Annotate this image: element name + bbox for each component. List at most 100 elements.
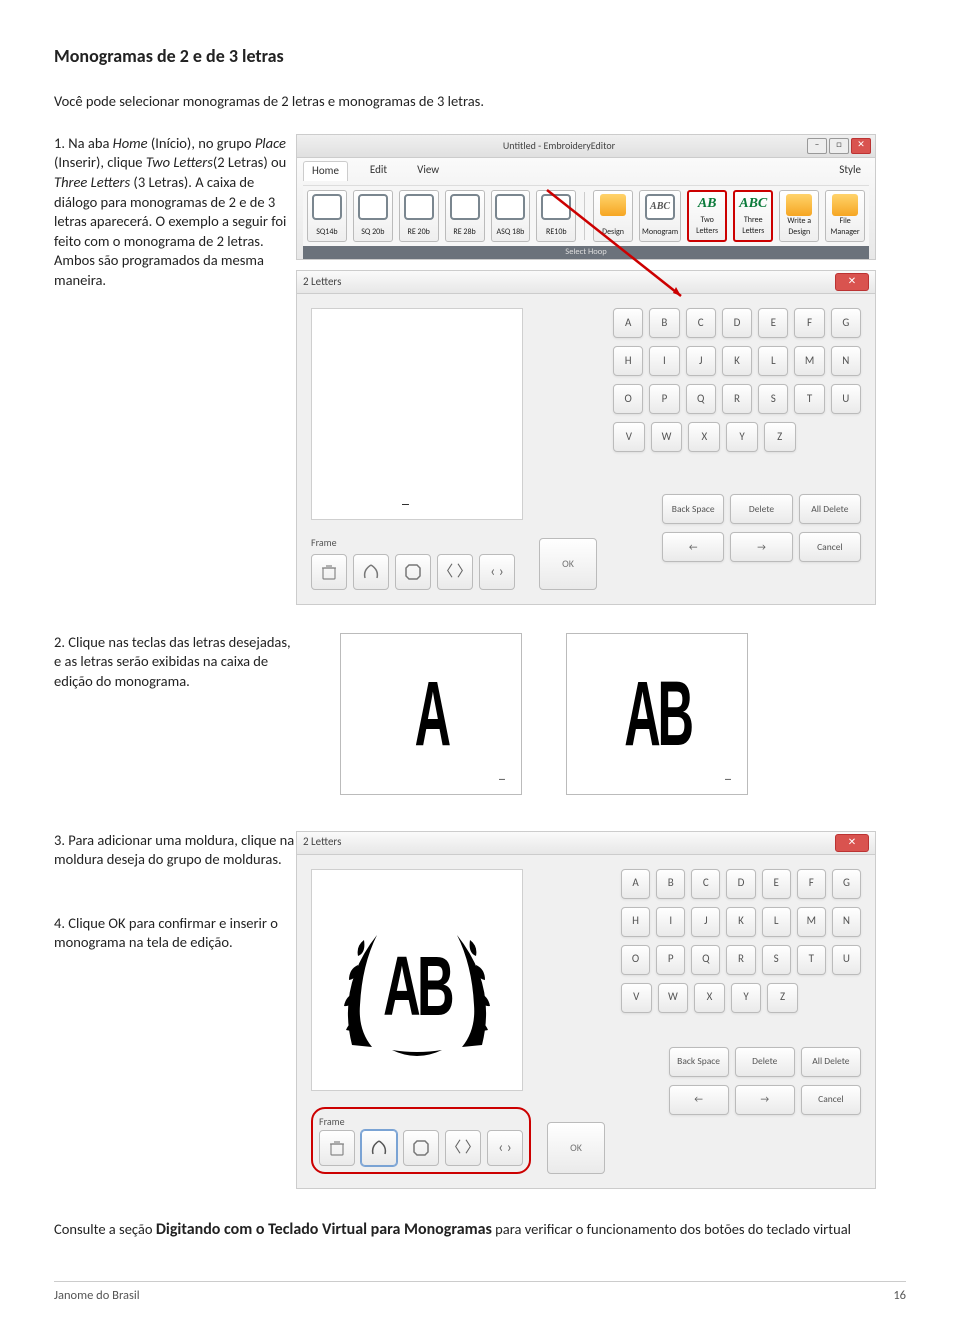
all-delete-button-3[interactable]: All Delete [801,1047,861,1077]
keyboard-row-2: HIJKLMN [613,346,861,376]
dialog-close-button-3[interactable]: ✕ [835,834,869,852]
frame-laurel-button-selected[interactable] [361,1130,397,1166]
write-design-button[interactable]: Write a Design [779,190,819,242]
left-arrow-button-3[interactable]: ← [669,1085,729,1115]
key-j-3[interactable]: J [691,907,720,937]
hoop-re28b[interactable]: RE 28b [445,190,485,242]
key-x[interactable]: X [688,422,720,452]
key-r[interactable]: R [722,384,752,414]
octagon-frame-icon [404,563,422,581]
key-m[interactable]: M [794,346,824,376]
key-a[interactable]: A [613,308,643,338]
key-l-3[interactable]: L [762,907,791,937]
frame-none-button-3[interactable] [319,1130,355,1166]
key-y-3[interactable]: Y [731,983,762,1013]
key-u[interactable]: U [831,384,861,414]
frame-brackets-button[interactable]: 〈 〉 [437,554,473,590]
file-manager-button[interactable]: File Manager [825,190,865,242]
key-l[interactable]: L [758,346,788,376]
key-p[interactable]: P [649,384,679,414]
backspace-button-3[interactable]: Back Space [669,1047,729,1077]
maximize-button[interactable]: □ [829,138,849,154]
hoop-re20b[interactable]: RE 20b [399,190,439,242]
tab-style[interactable]: Style [831,161,869,180]
key-x-3[interactable]: X [694,983,725,1013]
key-d-3[interactable]: D [726,869,755,899]
key-o[interactable]: O [613,384,643,414]
tab-view[interactable]: View [409,161,447,180]
key-k[interactable]: K [722,346,752,376]
all-delete-button[interactable]: All Delete [799,494,861,524]
key-m-3[interactable]: M [797,907,826,937]
key-e[interactable]: E [758,308,788,338]
frame-octagon-button-3[interactable] [403,1130,439,1166]
hoop-sq20b[interactable]: SQ 20b [353,190,393,242]
key-n[interactable]: N [831,346,861,376]
key-y[interactable]: Y [726,422,758,452]
key-q[interactable]: Q [686,384,716,414]
key-w-3[interactable]: W [658,983,689,1013]
key-u-3[interactable]: U [832,945,861,975]
key-k-3[interactable]: K [726,907,755,937]
laurel-frame-icon [369,1138,389,1158]
key-q-3[interactable]: Q [691,945,720,975]
cancel-button[interactable]: Cancel [799,532,861,562]
delete-button[interactable]: Delete [730,494,792,524]
frame-none-button[interactable] [311,554,347,590]
delete-button-3[interactable]: Delete [735,1047,795,1077]
ok-button-3[interactable]: OK [547,1122,605,1174]
screenshot-editor-ribbon: Untitled - EmbroideryEditor – □ ✕ Home E… [296,134,876,605]
key-b[interactable]: B [649,308,679,338]
right-arrow-button-3[interactable]: → [735,1085,795,1115]
left-arrow-button[interactable]: ← [662,532,724,562]
key-s-3[interactable]: S [762,945,791,975]
minimize-button[interactable]: – [807,138,827,154]
final-paragraph: Consulte a seção Digitando com o Teclado… [54,1219,906,1241]
key-f-3[interactable]: F [797,869,826,899]
key-h-3[interactable]: H [621,907,650,937]
three-letters-button[interactable]: ABCThree Letters [733,190,773,242]
key-g[interactable]: G [831,308,861,338]
key-c-3[interactable]: C [691,869,720,899]
key-s[interactable]: S [758,384,788,414]
right-arrow-button[interactable]: → [730,532,792,562]
key-e-3[interactable]: E [762,869,791,899]
frame-octagon-button[interactable] [395,554,431,590]
key-t[interactable]: T [794,384,824,414]
final-b: para verificar o funcionamento dos botõe… [492,1220,851,1238]
close-button[interactable]: ✕ [851,138,871,154]
key-h[interactable]: H [613,346,643,376]
hoop-asq18b[interactable]: ASQ 18b [491,190,531,242]
key-g-3[interactable]: G [832,869,861,899]
dialog-close-button[interactable]: ✕ [835,273,869,291]
key-t-3[interactable]: T [797,945,826,975]
key-c[interactable]: C [686,308,716,338]
key-r-3[interactable]: R [726,945,755,975]
ok-button[interactable]: OK [539,538,597,590]
key-i[interactable]: I [649,346,679,376]
key-i-3[interactable]: I [656,907,685,937]
frame-laurel-button[interactable] [353,554,389,590]
key-j[interactable]: J [686,346,716,376]
key-d[interactable]: D [722,308,752,338]
key-a-3[interactable]: A [621,869,650,899]
cancel-button-3[interactable]: Cancel [801,1085,861,1115]
backspace-button[interactable]: Back Space [662,494,724,524]
key-v-3[interactable]: V [621,983,652,1013]
key-w[interactable]: W [651,422,683,452]
two-letters-button[interactable]: ABTwo Letters [687,190,727,242]
key-f[interactable]: F [794,308,824,338]
key-v[interactable]: V [613,422,645,452]
key-b-3[interactable]: B [656,869,685,899]
key-o-3[interactable]: O [621,945,650,975]
frame-brackets-button-3[interactable]: 〈 〉 [445,1130,481,1166]
key-z[interactable]: Z [764,422,796,452]
tab-edit[interactable]: Edit [362,161,395,180]
frame-angles-button[interactable]: ‹ › [479,554,515,590]
key-p-3[interactable]: P [656,945,685,975]
tab-home[interactable]: Home [303,161,348,181]
key-n-3[interactable]: N [832,907,861,937]
key-z-3[interactable]: Z [767,983,798,1013]
hoop-sq14b[interactable]: SQ14b [307,190,347,242]
frame-angles-button-3[interactable]: ‹ › [487,1130,523,1166]
